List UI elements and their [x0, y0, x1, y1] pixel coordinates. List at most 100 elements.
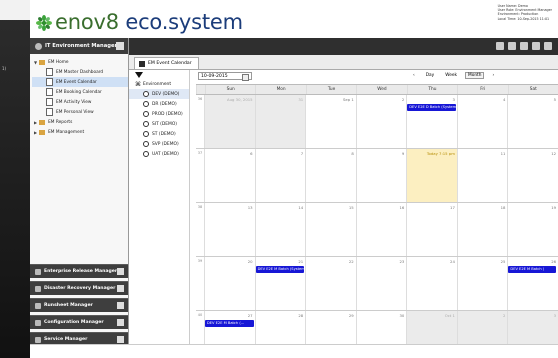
accordion-label: Disaster Recovery Manager: [44, 286, 116, 291]
day-cell[interactable]: 19: [507, 203, 558, 256]
day-cell[interactable]: 31: [254, 95, 306, 148]
day-cell[interactable]: 15: [305, 203, 356, 256]
server-icon: [143, 151, 149, 157]
environment-item[interactable]: PROD (DEMO): [129, 109, 189, 119]
accordion-header[interactable]: Runsheet Manager: [30, 298, 128, 312]
environment-item[interactable]: SVP (DEMO): [129, 139, 189, 149]
sidebar-item[interactable]: ▶ EM Management: [32, 127, 128, 137]
sidebar-header-label: IT Environment Manager: [45, 43, 118, 49]
shield-icon[interactable]: [520, 42, 528, 50]
day-name: Sat: [507, 85, 558, 94]
environment-list: DEV (DEMO) DR (DEMO) PROD (DEMO) SIT (DEMO)…: [129, 89, 189, 159]
day-cell[interactable]: 2: [355, 95, 407, 148]
sidebar-item[interactable]: EM Master Dashboard: [32, 67, 128, 77]
environment-item[interactable]: UAT (DEMO): [129, 149, 189, 159]
sidebar-item[interactable]: EM Personal View: [32, 107, 128, 117]
month-view-button[interactable]: Month: [465, 72, 485, 79]
day-name: Mon: [255, 85, 305, 94]
collapse-icon[interactable]: [116, 42, 124, 50]
next-button[interactable]: ›: [489, 72, 497, 79]
week-number: 39: [197, 259, 203, 263]
logout-icon[interactable]: [544, 42, 552, 50]
sidebar-item[interactable]: EM Booking Calendar: [32, 87, 128, 97]
day-cell[interactable]: 25: [456, 257, 508, 310]
day-cell[interactable]: 14: [254, 203, 306, 256]
day-cell[interactable]: 9: [355, 149, 407, 202]
server-icon: [143, 141, 149, 147]
day-cell[interactable]: Sep 1: [305, 95, 356, 148]
prev-button[interactable]: ‹: [410, 72, 418, 79]
environment-item[interactable]: DEV (DEMO): [129, 89, 189, 99]
filter-row: [129, 70, 189, 80]
accordion-header[interactable]: Disaster Recovery Manager: [30, 281, 128, 295]
page-icon: [46, 108, 53, 116]
day-cell[interactable]: Aug 30, 2015: [204, 95, 255, 148]
expand-down-icon[interactable]: ▼: [34, 60, 37, 65]
date-input[interactable]: 10-09-2015: [198, 72, 252, 81]
accordion-header[interactable]: Configuration Manager: [30, 315, 128, 329]
expand-icon[interactable]: [117, 336, 124, 343]
day-view-button[interactable]: Day: [423, 72, 438, 79]
date-value: 10-09-2015: [201, 73, 228, 79]
expand-icon[interactable]: [117, 302, 124, 309]
sidebar-item-label: EM Booking Calendar: [56, 89, 102, 95]
environment-item[interactable]: ST (DEMO): [129, 129, 189, 139]
calendar-event[interactable]: DEV E2E M Batch (...: [205, 320, 254, 327]
server-icon: [143, 91, 149, 97]
day-cell[interactable]: 13: [204, 203, 255, 256]
grid-icon[interactable]: [508, 42, 516, 50]
week-number: 38: [197, 205, 203, 209]
accordion-header[interactable]: Enterprise Release Manager: [30, 264, 128, 278]
day-cell[interactable]: 4: [456, 95, 508, 148]
expand-right-icon[interactable]: ▶: [34, 120, 37, 125]
day-cell[interactable]: 12: [507, 149, 558, 202]
day-cell[interactable]: 21: [254, 257, 306, 310]
day-cell[interactable]: 6: [204, 149, 255, 202]
sidebar-item[interactable]: ▼ EM Home: [32, 57, 128, 67]
sidebar-item[interactable]: ▶ EM Reports: [32, 117, 128, 127]
expand-icon[interactable]: [117, 285, 124, 292]
weeks: 3 6 Aug 30, 2015 31 Sep 1 2 3 4 5 DEV E2E D Batch…: [196, 95, 558, 358]
day-cell[interactable]: 7: [254, 149, 306, 202]
calendar-event[interactable]: DEV E2E D Batch (System Date: 03-09-20..…: [407, 104, 456, 111]
sidebar-item[interactable]: EM Activity View: [32, 97, 128, 107]
week-number: 37: [197, 151, 203, 155]
expand-right-icon[interactable]: ▶: [34, 130, 37, 135]
environment-label: PROD (DEMO): [152, 111, 183, 117]
tab-event-calendar[interactable]: EM Event Calendar: [134, 57, 199, 69]
day-cell[interactable]: 18: [456, 203, 508, 256]
environment-root[interactable]: ⌘ Environment: [129, 80, 189, 89]
environment-item[interactable]: SIT (DEMO): [129, 119, 189, 129]
settings-icon[interactable]: [532, 42, 540, 50]
filter-icon[interactable]: [135, 72, 143, 78]
background-text: 1): [2, 66, 7, 71]
page-icon: [46, 88, 53, 96]
expand-icon[interactable]: [117, 268, 124, 275]
sidebar-header[interactable]: IT Environment Manager: [30, 38, 128, 54]
day-cell[interactable]: 24: [406, 257, 457, 310]
calendar-event[interactable]: DEV E2E M Batch (: [508, 266, 556, 273]
day-cell[interactable]: 26: [507, 257, 558, 310]
day-cell[interactable]: 8: [305, 149, 356, 202]
module-icon: [35, 319, 41, 326]
calendar-picker-icon[interactable]: [242, 74, 249, 81]
day-cell[interactable]: 3: [406, 95, 457, 148]
accordion-label: Enterprise Release Manager: [44, 269, 118, 274]
day-cell[interactable]: 22: [305, 257, 356, 310]
day-cell[interactable]: 11: [456, 149, 508, 202]
server-icon: [143, 101, 149, 107]
calendar-event[interactable]: DEV E2E M Batch (System Date: 23-09-20..…: [255, 266, 305, 273]
day-cell-today[interactable]: Today 7:15 pm: [406, 149, 457, 202]
sidebar-item[interactable]: EM Event Calendar: [32, 77, 128, 87]
page-icon: [46, 78, 53, 86]
day-cell[interactable]: 17: [406, 203, 457, 256]
month-grid: Sun Mon Tue Wed Thu Fri Sat 36 Aug 30, 2015 31 Se…: [196, 84, 558, 358]
day-cell[interactable]: 23: [355, 257, 407, 310]
week-view-button[interactable]: Week: [442, 72, 460, 79]
environment-item[interactable]: DR (DEMO): [129, 99, 189, 109]
day-cell[interactable]: 16: [355, 203, 407, 256]
expand-icon[interactable]: [117, 319, 124, 326]
window-icon[interactable]: [496, 42, 504, 50]
day-cell[interactable]: 5: [507, 95, 558, 148]
day-cell[interactable]: 20: [204, 257, 255, 310]
